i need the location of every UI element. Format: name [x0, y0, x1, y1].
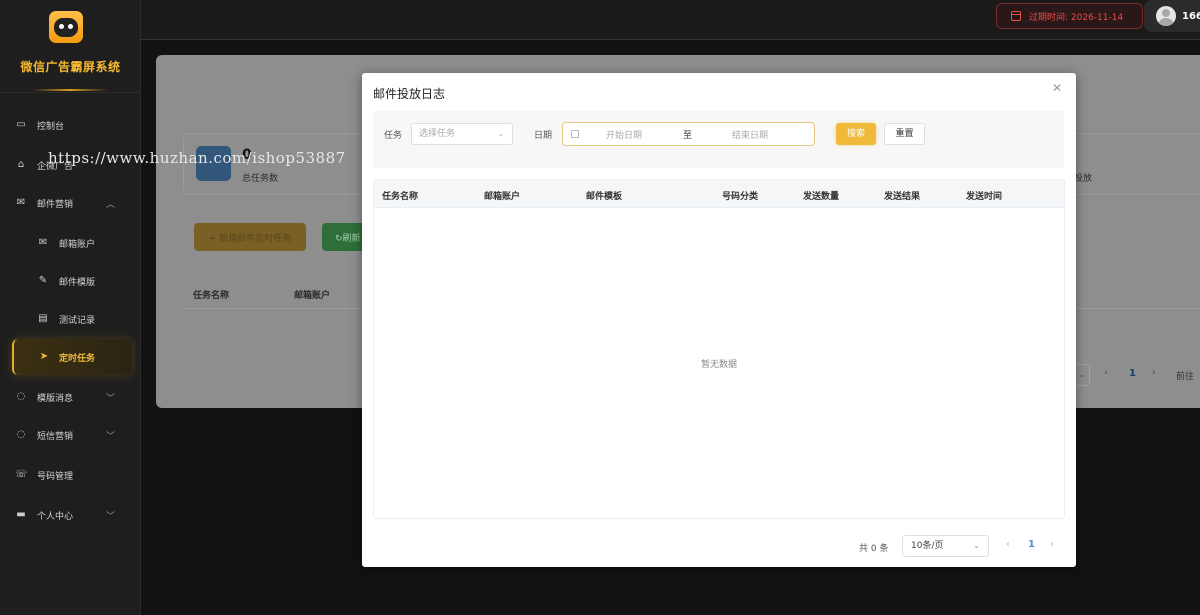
column-header: 邮箱账户 [484, 192, 521, 202]
column-header: 邮件模板 [586, 192, 623, 202]
sidebar-item-label: 测试记录 [59, 315, 96, 326]
email-log-dialog: 邮件投放日志 ✕ 任务 选择任务 ⌄ 日期 开始日期 至 结束日期 搜索 重置 … [362, 73, 1076, 567]
expire-badge: 过期时间: 2026-11-14 [996, 3, 1143, 29]
start-date-input[interactable]: 开始日期 [606, 128, 642, 141]
sidebar-item-email-templates[interactable]: ✎ 邮件模版 [0, 266, 141, 296]
task-filter-label: 任务 [384, 131, 403, 141]
chevron-down-icon: ﹀ [106, 431, 116, 442]
sidebar-item-label: 控制台 [37, 121, 65, 132]
end-date-input[interactable]: 结束日期 [732, 128, 768, 141]
message-icon: ◌ [16, 429, 26, 440]
column-header: 发送数量 [803, 192, 840, 202]
edit-icon: ✎ [38, 275, 48, 286]
column-header: 发送结果 [884, 192, 921, 202]
robot-icon [54, 17, 78, 37]
sidebar-item-label: 邮件营销 [37, 199, 74, 210]
bg-next-page[interactable]: › [1152, 368, 1156, 378]
chevron-down-icon: ⌄ [973, 541, 980, 550]
calendar-icon [1011, 11, 1021, 21]
sidebar-item-user-center[interactable]: ▬ 个人中心 ﹀ [0, 500, 141, 530]
sidebar-item-label: 邮件模版 [59, 277, 96, 288]
avatar [1156, 6, 1176, 26]
log-table: 任务名称 邮箱账户 邮件模板 号码分类 发送数量 发送结果 发送时间 暂无数据 [373, 179, 1065, 519]
search-button[interactable]: 搜索 [836, 123, 876, 145]
sidebar-item-label: 号码管理 [37, 471, 74, 482]
app-logo [49, 11, 83, 43]
sidebar-item-scheduled-tasks[interactable]: ➤ 定时任务 [12, 339, 132, 375]
sidebar-item-label: 邮箱账户 [59, 239, 96, 250]
column-header: 发送时间 [966, 192, 1003, 202]
sidebar-item-label: 短信营销 [37, 431, 74, 442]
user-name: 166 [1182, 10, 1200, 22]
sidebar-divider [0, 92, 141, 93]
close-icon[interactable]: ✕ [1052, 81, 1062, 95]
date-filter-label: 日期 [534, 131, 553, 141]
chevron-up-icon: ︿ [106, 199, 116, 210]
task-select[interactable]: 选择任务 ⌄ [411, 123, 513, 145]
range-separator: 至 [683, 131, 693, 141]
sidebar-item-dashboard[interactable]: ▭ 控制台 [0, 110, 141, 140]
date-range-picker[interactable]: 开始日期 至 结束日期 [562, 122, 815, 146]
bg-prev-page[interactable]: ‹ [1104, 368, 1108, 378]
watermark: https://www.huzhan.com/ishop53887 [48, 149, 346, 167]
logo-underline [32, 89, 108, 91]
new-task-button[interactable]: + 新建邮件定时任务 [194, 223, 306, 251]
send-icon: ➤ [39, 351, 49, 362]
column-header: 任务名称 [382, 192, 419, 202]
bg-table-header: 邮箱账户 [294, 291, 331, 301]
bg-current-page[interactable]: 1 [1129, 368, 1136, 379]
current-page[interactable]: 1 [1028, 539, 1035, 550]
prev-page-button[interactable]: ‹ [1006, 539, 1010, 550]
chat-icon: ◌ [16, 391, 26, 402]
sidebar-item-sms-marketing[interactable]: ◌ 短信营销 ﹀ [0, 420, 141, 450]
user-menu[interactable]: 166 [1144, 0, 1200, 32]
sidebar-item-template-messages[interactable]: ◌ 模版消息 ﹀ [0, 382, 141, 412]
mail-account-icon: ✉ [38, 237, 48, 248]
user-center-icon: ▬ [16, 509, 26, 520]
column-header: 号码分类 [722, 192, 759, 202]
mail-icon: ✉ [16, 197, 26, 208]
pagination-total: 共 0 条 [859, 544, 889, 554]
sidebar-item-number-management[interactable]: ☏ 号码管理 [0, 460, 141, 490]
dialog-title: 邮件投放日志 [373, 87, 446, 101]
expire-text: 过期时间: 2026-11-14 [1029, 12, 1124, 23]
monitor-icon: ▭ [16, 119, 26, 130]
sidebar-item-email-accounts[interactable]: ✉ 邮箱账户 [0, 228, 141, 258]
store-icon: ⌂ [17, 159, 25, 170]
stat-label: 总任务数 [242, 174, 279, 184]
clipboard-icon: ▤ [38, 313, 48, 324]
bg-table-header: 任务名称 [193, 291, 230, 301]
phone-icon: ☏ [15, 469, 28, 480]
chevron-down-icon: ﹀ [106, 393, 116, 404]
sidebar-item-test-records[interactable]: ▤ 测试记录 [0, 304, 141, 334]
app-name: 微信广告霸屏系统 [20, 60, 121, 74]
table-header: 任务名称 邮箱账户 邮件模板 号码分类 发送数量 发送结果 发送时间 [374, 180, 1064, 208]
bg-goto-label: 前往 [1176, 372, 1195, 382]
task-select-placeholder: 选择任务 [419, 129, 456, 139]
chevron-down-icon: ⌄ [497, 129, 504, 138]
sidebar-item-email-marketing[interactable]: ✉ 邮件营销 ︿ [0, 188, 141, 218]
sidebar-item-label: 模版消息 [37, 393, 74, 404]
page-size-select[interactable]: 10条/页 ⌄ [902, 535, 989, 557]
sidebar: 微信广告霸屏系统 ▭ 控制台 ⌂ 企微广告 ✉ 邮件营销 ︿ ✉ 邮箱账户 ✎ … [0, 0, 141, 615]
stat-label-right: 投放 [1074, 174, 1093, 184]
sidebar-item-label: 个人中心 [37, 511, 74, 522]
empty-state: 暂无数据 [700, 360, 737, 370]
calendar-icon [571, 130, 579, 138]
chevron-down-icon: ﹀ [106, 511, 116, 522]
next-page-button[interactable]: › [1050, 539, 1054, 550]
reset-button[interactable]: 重置 [884, 123, 925, 145]
page-size-value: 10条/页 [911, 541, 944, 551]
sidebar-item-label: 定时任务 [59, 353, 96, 364]
